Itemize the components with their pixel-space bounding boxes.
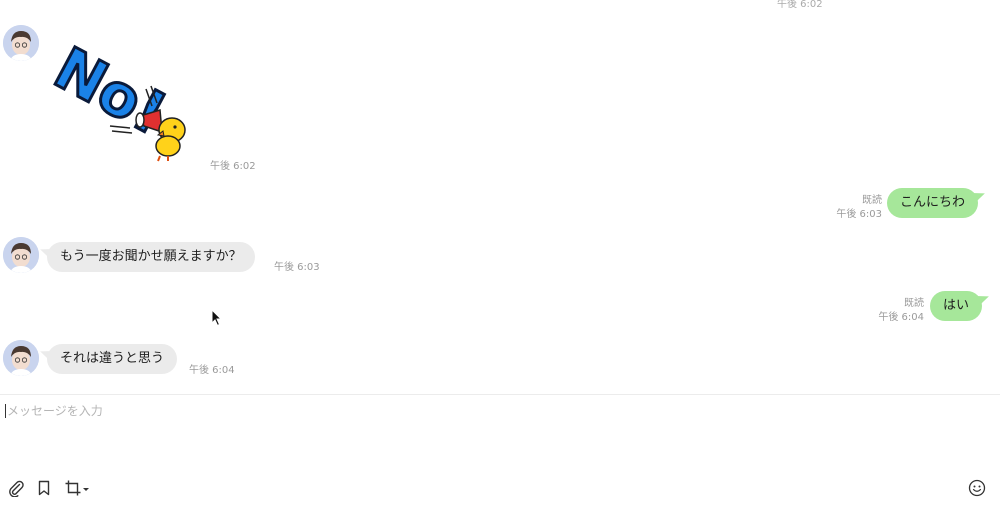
emoji-icon[interactable] (967, 478, 987, 498)
read-receipt: 既読 (862, 195, 882, 206)
chat-history[interactable]: 午後 6:02 No! 午後 6:02 既読 午後 6:03 こんにちわ もう一… (0, 0, 1000, 394)
message-timestamp: 午後 6:03 (836, 209, 882, 220)
avatar[interactable] (3, 237, 39, 273)
avatar[interactable] (3, 340, 39, 376)
message-timestamp: 午後 6:03 (274, 262, 320, 273)
message-timestamp: 午後 6:04 (878, 312, 924, 323)
message-timestamp: 午後 6:02 (210, 161, 256, 172)
message-input-placeholder: メッセージを入力 (7, 404, 103, 418)
message-bubble-outgoing[interactable]: はい (930, 291, 983, 321)
message-timestamp: 午後 6:02 (777, 0, 823, 10)
message-bubble-incoming[interactable]: それは違うと思う (47, 344, 178, 374)
sticker-image[interactable]: No! (42, 32, 193, 164)
paperclip-icon[interactable] (6, 478, 26, 498)
message-bubble-incoming[interactable]: もう一度お聞かせ願えますか？ (47, 242, 255, 272)
avatar[interactable] (3, 25, 39, 61)
bookmark-icon[interactable] (34, 478, 54, 498)
text-caret (5, 404, 6, 418)
mouse-cursor-icon (211, 309, 223, 327)
composer-toolbar (0, 478, 1000, 498)
message-timestamp: 午後 6:04 (189, 365, 235, 376)
message-bubble-outgoing[interactable]: こんにちわ (887, 188, 979, 218)
read-receipt: 既読 (904, 298, 924, 309)
chevron-down-icon[interactable] (80, 478, 92, 498)
